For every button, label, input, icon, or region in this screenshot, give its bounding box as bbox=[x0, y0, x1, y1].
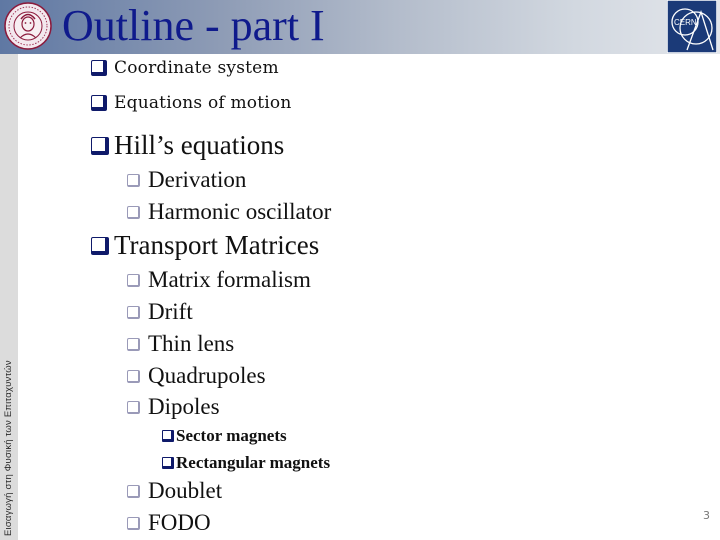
square-bullet-icon bbox=[91, 236, 109, 255]
outline-subitem: Derivation bbox=[127, 167, 246, 193]
square-bullet-icon bbox=[127, 400, 140, 414]
sidebar: Εισαγωγή στη Φυσική των Επιταχυντών bbox=[0, 54, 18, 540]
outline-item: Coordinate system bbox=[91, 58, 279, 78]
outline-item-label: Coordinate system bbox=[114, 58, 279, 78]
square-bullet-icon bbox=[127, 484, 140, 498]
outline-subitem: Doublet bbox=[127, 478, 222, 504]
outline-item-label: FODO bbox=[148, 510, 211, 535]
outline-subsubitem: Sector magnets bbox=[162, 426, 287, 446]
outline-subitem: Thin lens bbox=[127, 331, 234, 357]
square-bullet-icon bbox=[162, 457, 174, 469]
square-bullet-icon bbox=[127, 337, 140, 351]
outline-item-label: Thin lens bbox=[148, 331, 235, 356]
outline-item-label: Drift bbox=[148, 299, 193, 324]
outline-subitem: Harmonic oscillator bbox=[127, 199, 331, 225]
outline-item-label: Sector magnets bbox=[176, 426, 287, 445]
outline-item: Equations of motion bbox=[91, 93, 292, 113]
outline-item-label: Equations of motion bbox=[114, 93, 292, 113]
square-bullet-icon bbox=[162, 430, 174, 442]
sidebar-course-title: Εισαγωγή στη Φυσική των Επιταχυντών bbox=[3, 360, 14, 536]
outline-item-label: Hill’s equations bbox=[114, 130, 285, 160]
cern-logo-text: CERN bbox=[674, 18, 697, 27]
outline-subsubitem: Rectangular magnets bbox=[162, 453, 330, 473]
square-bullet-icon bbox=[127, 273, 140, 287]
cern-logo-icon: CERN bbox=[667, 0, 717, 53]
slide-title: Outline - part I bbox=[62, 1, 325, 50]
outline-subitem: Matrix formalism bbox=[127, 267, 311, 293]
outline-subitem: Dipoles bbox=[127, 394, 220, 420]
square-bullet-icon bbox=[127, 205, 140, 219]
square-bullet-icon bbox=[91, 60, 107, 76]
outline-item-label: Doublet bbox=[148, 478, 223, 503]
outline-item-label: Dipoles bbox=[148, 394, 220, 419]
slide-header: Outline - part I CERN bbox=[0, 0, 720, 54]
outline-item-label: Rectangular magnets bbox=[176, 453, 331, 472]
square-bullet-icon bbox=[127, 173, 140, 187]
outline-item: Transport Matrices bbox=[91, 230, 319, 261]
square-bullet-icon bbox=[127, 369, 140, 383]
square-bullet-icon bbox=[91, 95, 107, 111]
page-number: 3 bbox=[703, 509, 710, 522]
outline-item-label: Quadrupoles bbox=[148, 363, 266, 388]
square-bullet-icon bbox=[127, 516, 140, 530]
outline-item-label: Transport Matrices bbox=[114, 230, 320, 260]
outline-subitem: Quadrupoles bbox=[127, 363, 266, 389]
outline-item-label: Harmonic oscillator bbox=[148, 199, 332, 224]
outline-subitem: Drift bbox=[127, 299, 193, 325]
outline-subitem: FODO bbox=[127, 510, 211, 536]
square-bullet-icon bbox=[127, 305, 140, 319]
outline-item-label: Matrix formalism bbox=[148, 267, 311, 292]
square-bullet-icon bbox=[91, 136, 109, 155]
outline-item: Hill’s equations bbox=[91, 130, 284, 161]
outline-item-label: Derivation bbox=[148, 167, 247, 192]
university-seal-icon bbox=[4, 2, 52, 50]
